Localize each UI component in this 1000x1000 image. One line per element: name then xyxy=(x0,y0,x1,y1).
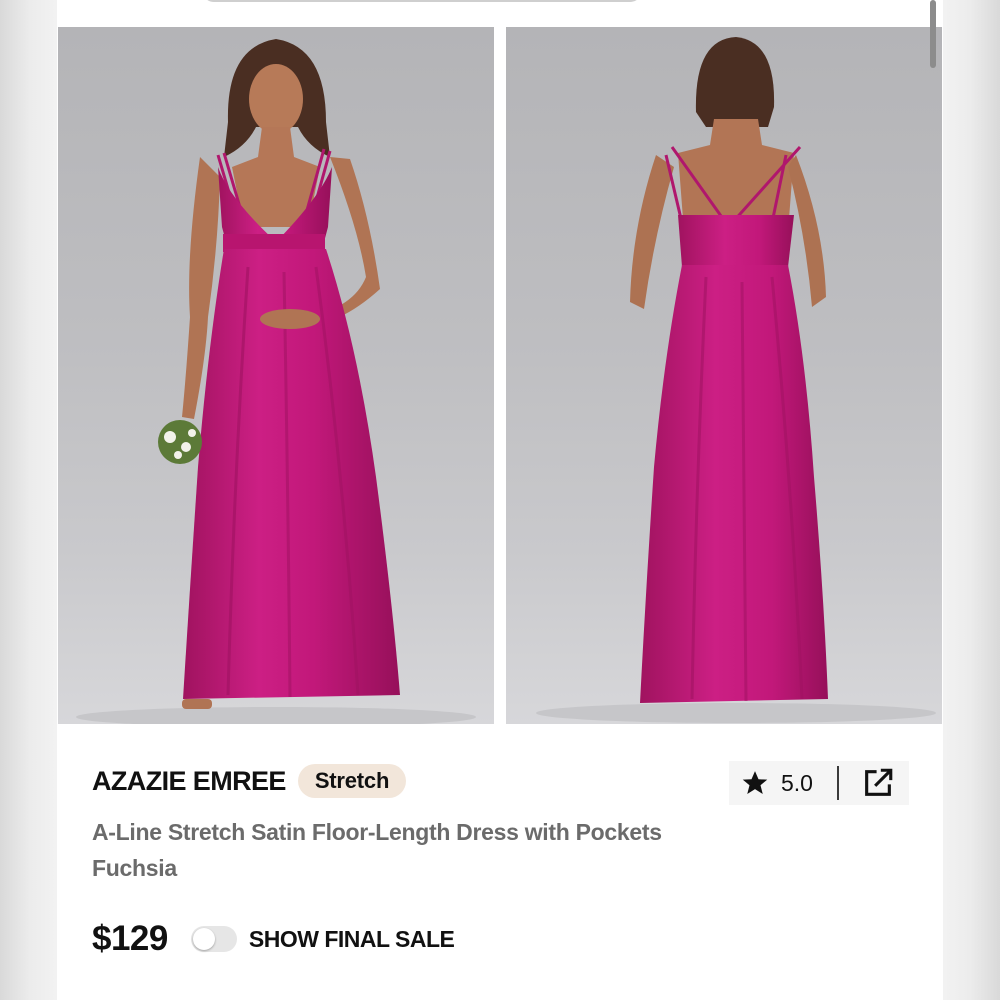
toggle-knob xyxy=(192,928,215,950)
product-info: AZAZIE EMREE Stretch 5.0 A-Line Stretch … xyxy=(57,724,943,1000)
price-row: $129 SHOW FINAL SALE xyxy=(92,917,455,961)
model-back-illustration xyxy=(536,37,936,723)
brand-row: AZAZIE EMREE Stretch xyxy=(92,764,407,798)
top-bar xyxy=(57,0,943,27)
final-sale-toggle[interactable] xyxy=(190,926,237,952)
product-image-back[interactable] xyxy=(506,27,942,724)
final-sale-label[interactable]: SHOW FINAL SALE xyxy=(249,926,455,953)
product-title[interactable]: A-Line Stretch Satin Floor-Length Dress … xyxy=(92,819,662,846)
stretch-badge: Stretch xyxy=(297,764,407,798)
product-screen: AZAZIE EMREE Stretch 5.0 A-Line Stretch … xyxy=(57,0,943,1000)
scrollbar-thumb[interactable] xyxy=(930,0,936,68)
product-color: Fuchsia xyxy=(92,855,177,881)
star-icon xyxy=(742,771,768,794)
rating-value[interactable]: 5.0 xyxy=(781,770,813,797)
price: $129 xyxy=(92,919,168,958)
rating-share-box: 5.0 xyxy=(729,761,909,805)
rating-divider xyxy=(836,766,839,800)
brand-name: AZAZIE EMREE xyxy=(92,765,286,796)
model-front-illustration xyxy=(76,39,476,724)
product-image-front[interactable] xyxy=(58,27,494,724)
search-bar[interactable] xyxy=(202,0,642,2)
share-external-icon[interactable] xyxy=(861,766,895,800)
